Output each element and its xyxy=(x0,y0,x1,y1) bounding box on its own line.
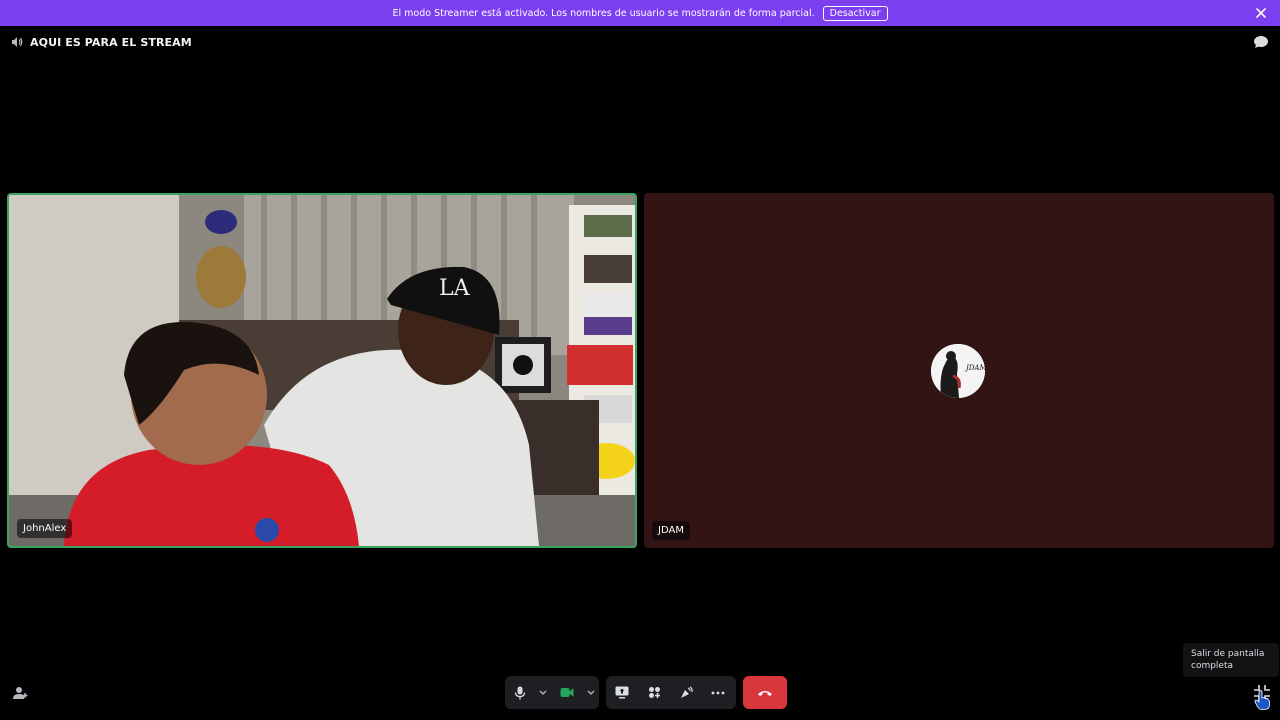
chevron-down-icon xyxy=(587,690,595,695)
activities-icon xyxy=(648,687,660,698)
tooltip-line-2: completa xyxy=(1191,661,1234,671)
speaker-icon xyxy=(12,37,23,47)
invite-user-icon[interactable] xyxy=(12,685,28,701)
camera-button[interactable] xyxy=(551,676,583,709)
hand-cursor-icon xyxy=(1254,690,1270,710)
screen-share-icon xyxy=(615,686,629,699)
avatar: JDAM xyxy=(931,344,985,398)
svg-text:LA: LA xyxy=(439,276,471,301)
action-controls xyxy=(606,676,736,709)
disconnect-button[interactable] xyxy=(743,676,787,709)
fullscreen-tooltip: Salir de pantalla completa xyxy=(1183,643,1279,677)
chevron-down-icon xyxy=(539,690,547,695)
media-controls xyxy=(505,676,599,709)
video-tile-johnalex[interactable]: LA JohnAlex xyxy=(7,193,637,548)
channel-title: AQUI ES PARA EL STREAM xyxy=(30,35,192,49)
participant-name-tag: JDAM xyxy=(652,521,690,540)
mic-button[interactable] xyxy=(505,676,535,709)
close-icon[interactable] xyxy=(1254,6,1268,20)
hangup-icon xyxy=(758,690,772,696)
camera-options-button[interactable] xyxy=(583,676,599,709)
participant-name-tag: JohnAlex xyxy=(17,519,73,538)
screen-share-button[interactable] xyxy=(606,676,638,709)
avatar-text: JDAM xyxy=(964,364,985,372)
banner-text: El modo Streamer está activado. Los nomb… xyxy=(392,7,815,19)
soundboard-button[interactable] xyxy=(670,676,702,709)
jdam-avatar-image: JDAM xyxy=(931,344,985,398)
camera-icon xyxy=(560,688,574,697)
deactivate-button[interactable]: Desactivar xyxy=(822,5,888,21)
mic-options-button[interactable] xyxy=(535,676,551,709)
chat-bubble-icon[interactable] xyxy=(1253,34,1269,50)
video-tile-jdam[interactable]: JDAM JDAM xyxy=(644,193,1274,548)
activities-button[interactable] xyxy=(638,676,670,709)
channel-header: AQUI ES PARA EL STREAM xyxy=(10,34,192,50)
tooltip-line-1: Salir de pantalla xyxy=(1191,649,1265,659)
more-options-button[interactable] xyxy=(702,676,734,709)
microphone-icon xyxy=(514,686,526,699)
more-icon xyxy=(711,691,725,694)
call-window: El modo Streamer está activado. Los nomb… xyxy=(0,0,1280,720)
streamer-mode-banner: El modo Streamer está activado. Los nomb… xyxy=(0,0,1280,26)
camera-feed-image: LA xyxy=(9,195,635,546)
soundboard-icon xyxy=(681,685,693,698)
